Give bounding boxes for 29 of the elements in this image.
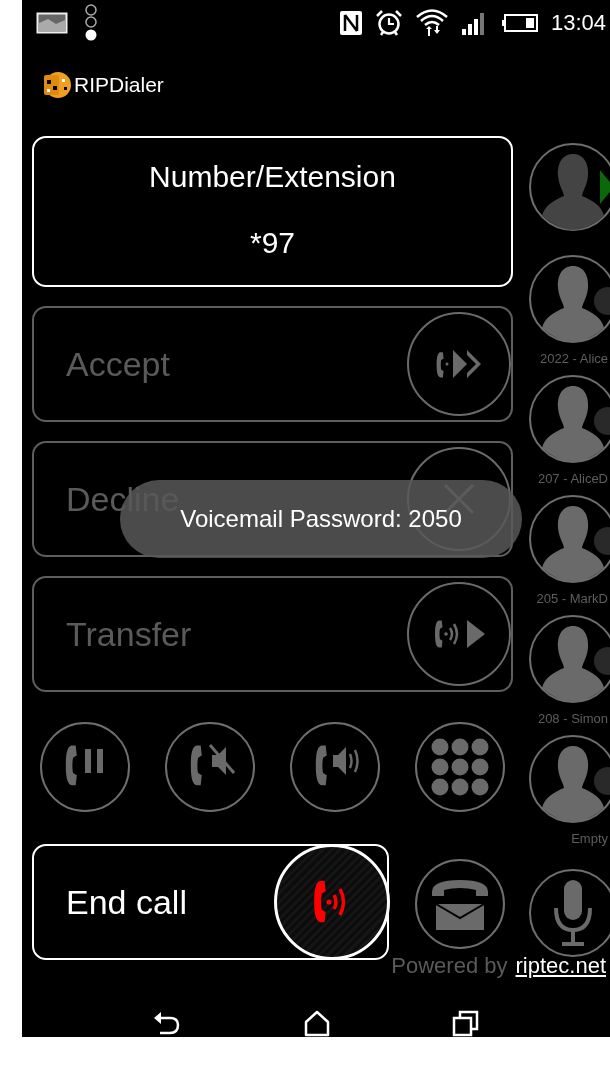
contact-avatar[interactable]	[528, 614, 610, 704]
contact-avatar[interactable]	[528, 494, 610, 584]
recents-icon[interactable]	[451, 1009, 480, 1037]
contact-label: 205 - MarkD	[536, 591, 609, 606]
contact-label: Empty	[571, 831, 609, 846]
clock-time: 13:04	[550, 10, 606, 36]
app-title: RIPDialer	[74, 73, 164, 97]
contact-avatar[interactable]	[528, 254, 610, 344]
number-label: Number/Extension	[149, 160, 396, 194]
home-icon[interactable]	[303, 1009, 331, 1037]
website-link[interactable]: riptec.net	[515, 953, 606, 979]
dots-icon	[84, 3, 98, 43]
contact-label: 207 - AliceD	[537, 471, 609, 486]
contact-avatar[interactable]	[528, 374, 610, 464]
number-value: *97	[249, 226, 295, 260]
app-logo-icon	[42, 70, 72, 100]
contact-avatar[interactable]	[528, 734, 610, 824]
powered-by-text: Powered by	[391, 953, 508, 979]
battery-icon	[500, 13, 539, 33]
microphone-button[interactable]	[528, 868, 610, 958]
contact-avatar[interactable]	[528, 142, 610, 232]
contact-label: 2022 - Alice	[540, 351, 609, 366]
contact-label: 208 - Simon	[537, 711, 609, 726]
end-call-button[interactable]: End call	[32, 844, 389, 960]
number-field[interactable]: Number/Extension *97	[32, 136, 513, 287]
alarm-icon	[374, 9, 403, 37]
wifi-icon	[414, 7, 449, 39]
picture-notification-icon	[36, 11, 68, 35]
nfc-icon	[338, 10, 363, 36]
